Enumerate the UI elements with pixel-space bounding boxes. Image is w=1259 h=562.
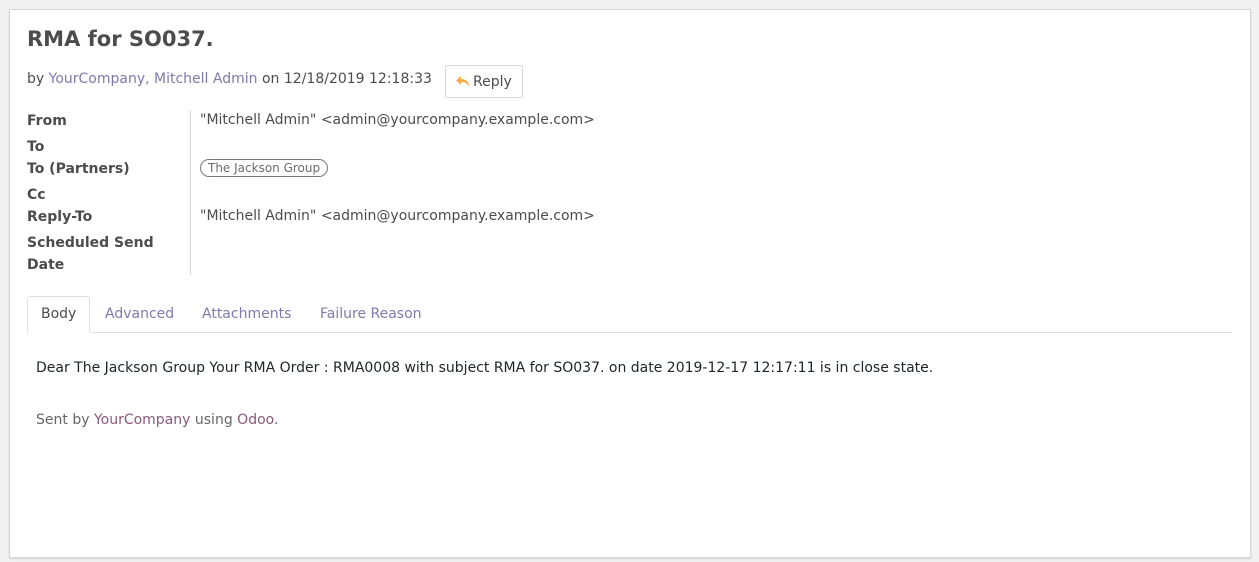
field-divider [190, 110, 191, 275]
odoo-link[interactable]: Odoo [237, 412, 274, 428]
tab-failure-reason[interactable]: Failure Reason [307, 296, 435, 332]
scheduled-send-date-label: Scheduled Send Date [27, 232, 177, 276]
footer-period: . [273, 412, 279, 428]
to-partners-value: The Jackson Group [200, 159, 329, 177]
message-title: RMA for SO037. [27, 27, 214, 51]
sent-by-prefix: Sent by [36, 412, 90, 428]
message-body: Dear The Jackson Group Your RMA Order : … [36, 360, 934, 376]
from-label: From [27, 113, 67, 129]
notebook-tabs: Body Advanced Attachments Failure Reason [27, 296, 1232, 333]
reply-arrow-icon [456, 75, 470, 88]
cc-label: Cc [27, 187, 46, 203]
scheduled-label-line2: Date [27, 257, 65, 273]
author-link[interactable]: YourCompany, Mitchell Admin [49, 71, 258, 87]
sent-by-footer: Sent by YourCompany using Odoo. [36, 412, 278, 428]
tab-attachments[interactable]: Attachments [189, 296, 304, 332]
tab-advanced[interactable]: Advanced [92, 296, 187, 332]
reply-to-label: Reply-To [27, 209, 93, 225]
to-label: To [27, 139, 45, 155]
message-date: 12/18/2019 12:18:33 [283, 71, 432, 87]
by-prefix: by [27, 71, 45, 87]
tab-body[interactable]: Body [27, 296, 91, 333]
on-prefix: on [261, 71, 280, 87]
mail-message-form: RMA for SO037. by YourCompany, Mitchell … [9, 9, 1251, 558]
using-text: using [194, 412, 233, 428]
reply-button[interactable]: Reply [445, 65, 523, 98]
reply-label: Reply [473, 73, 512, 90]
byline: by YourCompany, Mitchell Admin on 12/18/… [27, 71, 432, 87]
from-value: "Mitchell Admin" <admin@yourcompany.exam… [200, 112, 595, 128]
partner-tag[interactable]: The Jackson Group [200, 159, 329, 177]
scheduled-label-line1: Scheduled Send [27, 235, 154, 251]
company-link[interactable]: YourCompany [94, 412, 191, 428]
to-partners-label: To (Partners) [27, 161, 130, 177]
reply-to-value: "Mitchell Admin" <admin@yourcompany.exam… [200, 208, 595, 224]
